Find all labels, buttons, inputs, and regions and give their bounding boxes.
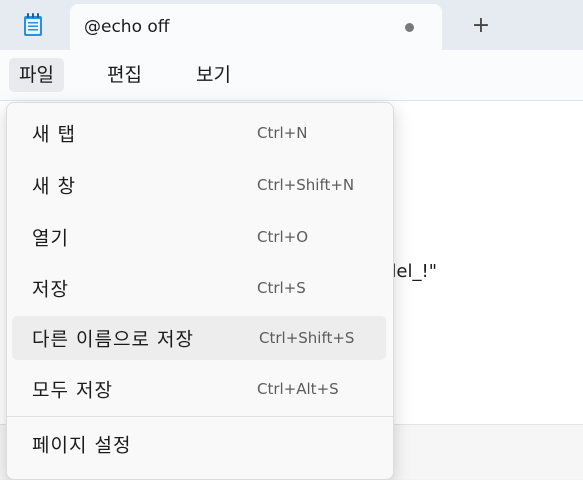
menu-item-new-window[interactable]: 새 창 Ctrl+Shift+N bbox=[12, 163, 386, 207]
menu-item-label: 저장 bbox=[32, 278, 69, 301]
unsaved-dot-icon[interactable] bbox=[405, 23, 414, 32]
menu-file[interactable]: 파일 bbox=[9, 58, 64, 92]
menu-item-shortcut: Ctrl+Shift+S bbox=[259, 329, 355, 347]
menu-item-shortcut: Ctrl+N bbox=[257, 124, 308, 142]
menu-item-save-all[interactable]: 모두 저장 Ctrl+Alt+S bbox=[12, 367, 386, 411]
menu-item-shortcut: Ctrl+Alt+S bbox=[257, 380, 339, 398]
menu-bar: 파일 편집 보기 bbox=[0, 50, 583, 100]
menu-edit[interactable]: 편집 bbox=[97, 58, 152, 92]
tab-strip: @echo off + bbox=[0, 0, 583, 50]
document-tab[interactable]: @echo off bbox=[70, 4, 442, 50]
menu-item-new-tab[interactable]: 새 탭 Ctrl+N bbox=[12, 111, 386, 155]
menu-item-label: 다른 이름으로 저장 bbox=[32, 328, 194, 351]
menu-item-label: 새 탭 bbox=[32, 123, 76, 146]
menu-item-page-setup[interactable]: 페이지 설정 bbox=[12, 422, 386, 466]
menu-item-shortcut: Ctrl+O bbox=[257, 228, 309, 246]
menu-view[interactable]: 보기 bbox=[186, 58, 241, 92]
menu-item-save-as[interactable]: 다른 이름으로 저장 Ctrl+Shift+S bbox=[12, 316, 386, 360]
menu-item-shortcut: Ctrl+Shift+N bbox=[257, 176, 355, 194]
menu-divider bbox=[7, 416, 393, 417]
menu-item-label: 열기 bbox=[32, 227, 69, 250]
menu-item-label: 새 창 bbox=[32, 175, 76, 198]
menu-item-open[interactable]: 열기 Ctrl+O bbox=[12, 215, 386, 259]
menu-item-save[interactable]: 저장 Ctrl+S bbox=[12, 266, 386, 310]
menu-item-shortcut: Ctrl+S bbox=[257, 279, 306, 297]
file-menu-dropdown: 새 탭 Ctrl+N 새 창 Ctrl+Shift+N 열기 Ctrl+O 저장… bbox=[6, 102, 394, 480]
menu-item-label: 페이지 설정 bbox=[32, 434, 132, 457]
notepad-icon bbox=[22, 13, 44, 37]
menu-item-label: 모두 저장 bbox=[32, 379, 113, 402]
new-tab-button[interactable]: + bbox=[465, 10, 497, 42]
plus-icon: + bbox=[471, 13, 491, 38]
tab-title: @echo off bbox=[84, 17, 170, 37]
